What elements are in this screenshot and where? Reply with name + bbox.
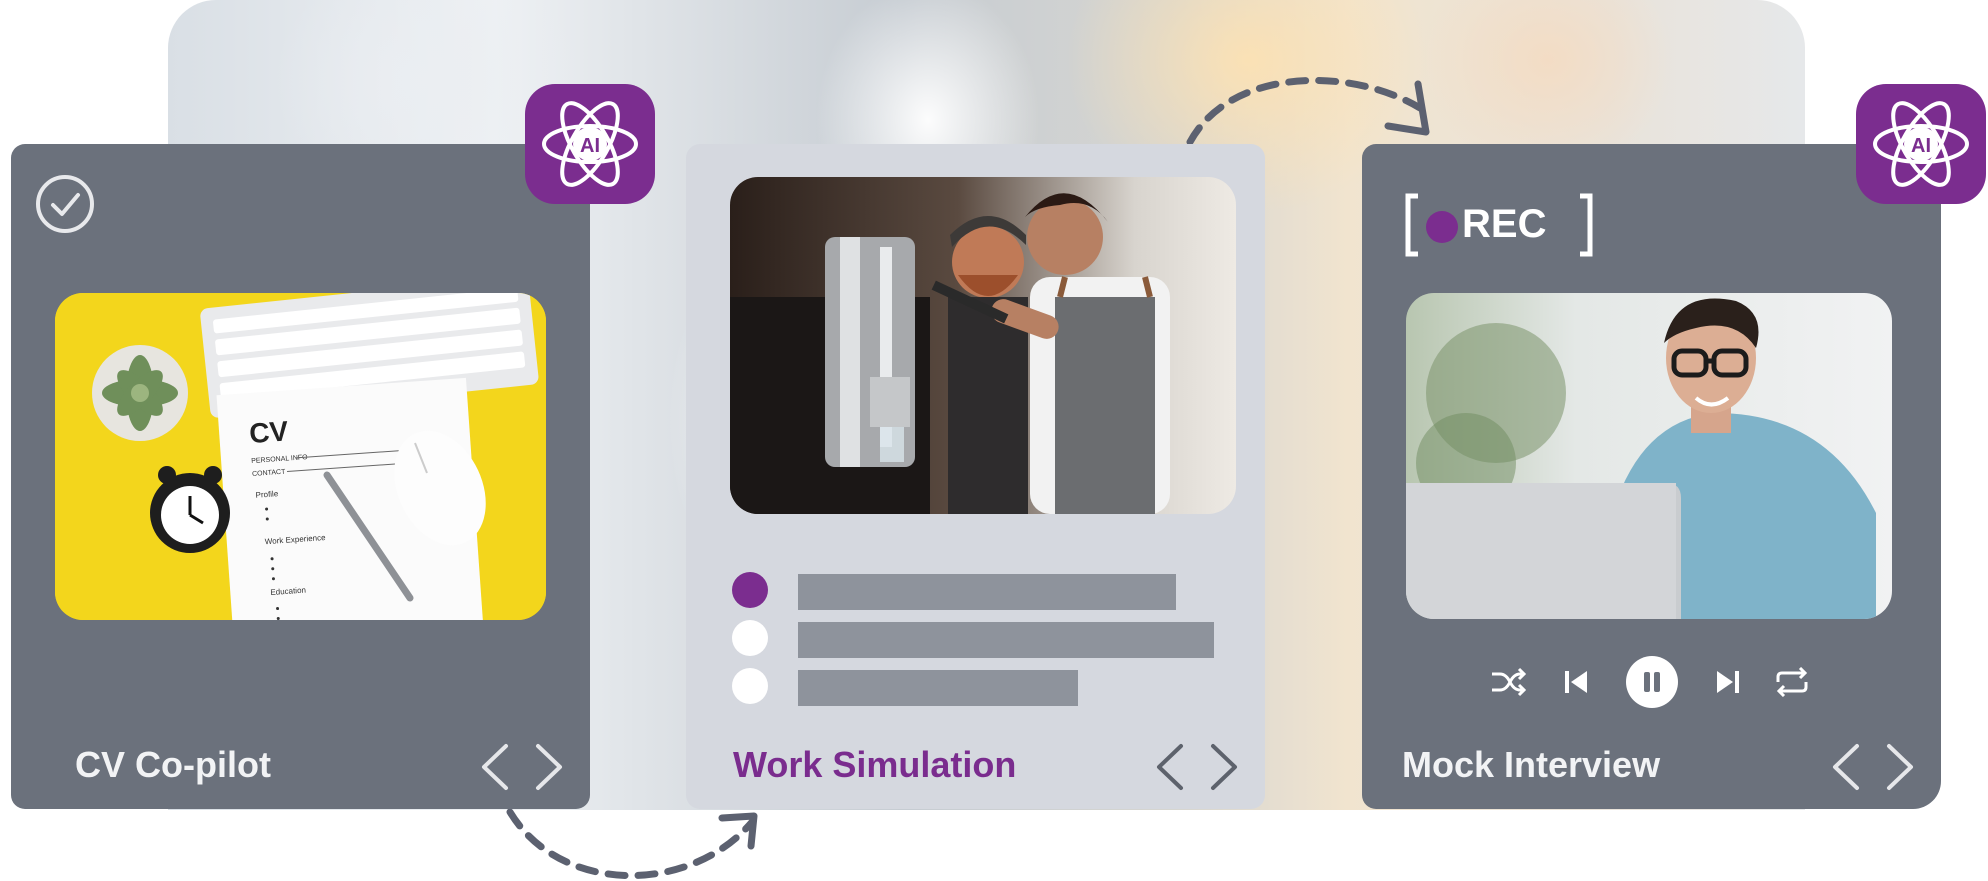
cv-copilot-card[interactable]: CV PERSONAL INFO CONTACT Profile Work Ex… [11, 144, 590, 809]
svg-text:AI: AI [580, 135, 600, 157]
chevron-left-icon[interactable] [1151, 742, 1191, 792]
mock-interview-title: Mock Interview [1402, 744, 1661, 785]
ai-badge-mock-interview: AI [1856, 84, 1986, 204]
chevron-right-icon[interactable] [1203, 742, 1243, 792]
repeat-icon[interactable] [1770, 654, 1814, 710]
cv-copilot-title: CV Co-pilot [75, 744, 271, 785]
mock-interview-navigation [1827, 742, 1919, 792]
media-player-controls [1486, 654, 1816, 710]
flow-arrow-cv-to-simulation [506, 808, 758, 879]
ai-atom-icon: AI [542, 101, 638, 187]
ai-atom-icon: AI [1873, 101, 1969, 187]
mock-interview-card[interactable]: REC Mock Interview [1362, 144, 1941, 809]
skip-forward-icon[interactable] [1706, 654, 1750, 710]
chevron-left-icon[interactable] [476, 742, 516, 792]
check-circle-icon[interactable] [35, 174, 95, 234]
svg-text:AI: AI [1911, 135, 1931, 157]
interviewee-photo [1406, 293, 1892, 619]
cv-desk-photo: CV PERSONAL INFO CONTACT Profile Work Ex… [55, 293, 546, 620]
cv-card-navigation [476, 742, 568, 792]
option-placeholder-bar [798, 622, 1214, 658]
flow-arrow-simulation-to-interview [1186, 76, 1430, 146]
skip-back-icon[interactable] [1554, 654, 1598, 710]
rec-label: REC [1462, 202, 1547, 246]
work-simulation-title: Work Simulation [733, 744, 1017, 785]
shuffle-icon[interactable] [1486, 654, 1530, 710]
ai-badge-cv: AI [525, 84, 655, 204]
chevron-right-icon[interactable] [528, 742, 568, 792]
option-placeholder-bar [798, 574, 1176, 610]
radio-unselected[interactable] [732, 620, 768, 656]
barista-photo [730, 177, 1236, 514]
radio-selected[interactable] [732, 572, 768, 608]
work-simulation-navigation [1151, 742, 1243, 792]
pause-icon[interactable] [1624, 654, 1680, 710]
cv-heading: CV [248, 415, 289, 449]
chevron-right-icon[interactable] [1879, 742, 1919, 792]
option-placeholder-bar [798, 670, 1078, 706]
chevron-left-icon[interactable] [1827, 742, 1867, 792]
radio-unselected[interactable] [732, 668, 768, 704]
work-simulation-card[interactable]: Work Simulation [686, 144, 1265, 809]
rec-indicator: REC [1404, 192, 1594, 258]
record-dot-icon [1426, 211, 1458, 243]
svg-text:Profile: Profile [255, 489, 279, 500]
